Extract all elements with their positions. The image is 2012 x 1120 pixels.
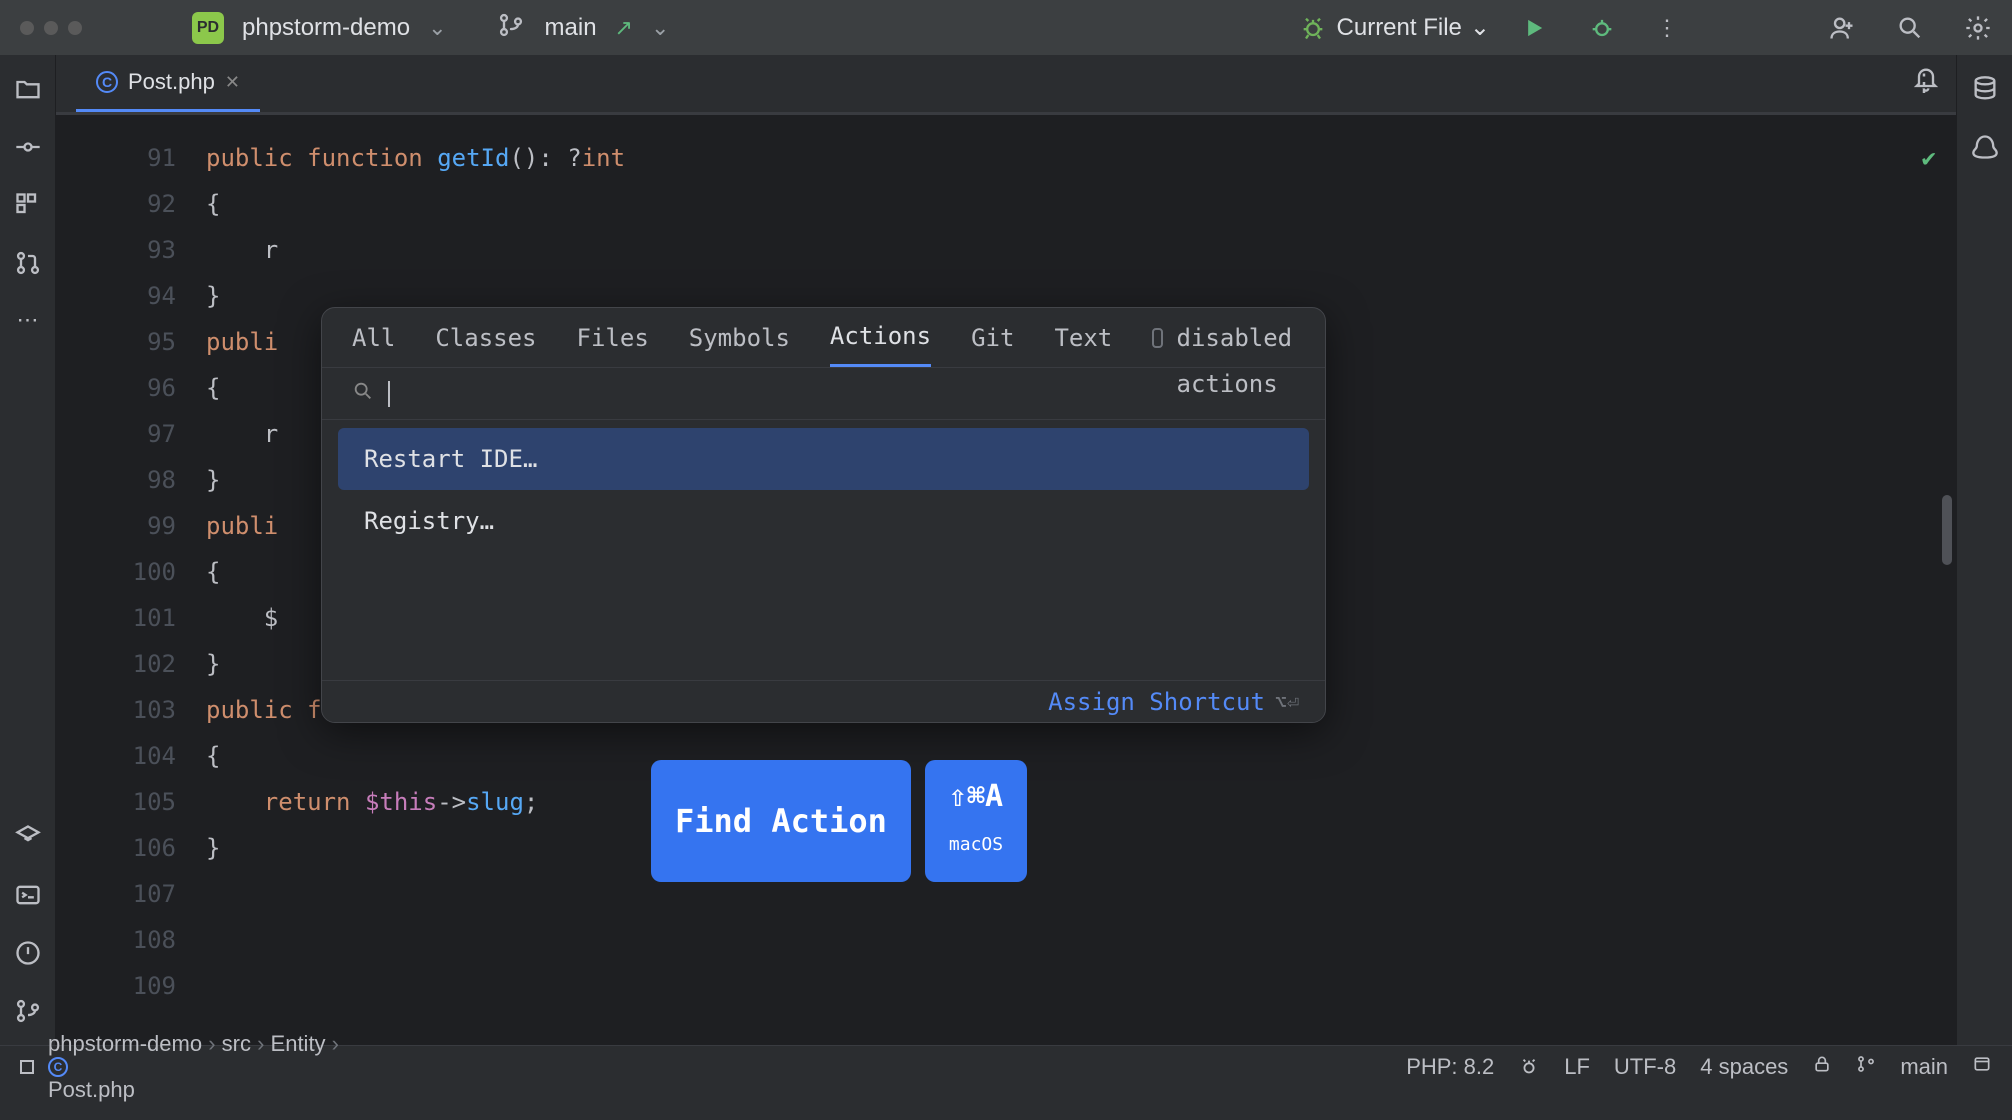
run-icon[interactable] xyxy=(1520,14,1548,42)
add-user-icon[interactable] xyxy=(1828,14,1856,42)
chevron-down-icon: ⌄ xyxy=(1470,13,1490,42)
scrollbar-thumb[interactable] xyxy=(1942,495,1952,565)
indent[interactable]: 4 spaces xyxy=(1700,1054,1788,1080)
tip-title: Find Action xyxy=(651,760,911,882)
titlebar: PD phpstorm-demo ⌄ main ↗ ⌄ Current File… xyxy=(0,0,2012,55)
popup-tab-git[interactable]: Git xyxy=(971,308,1014,367)
project-badge: PD xyxy=(192,12,224,44)
shortcut-hint: ⌥⏎ xyxy=(1275,679,1299,724)
chevron-down-icon[interactable]: ⌄ xyxy=(651,15,669,41)
commit-icon[interactable] xyxy=(14,133,42,161)
file-tab-label: Post.php xyxy=(128,69,215,95)
popup-tab-symbols[interactable]: Symbols xyxy=(689,308,790,367)
php-class-icon: C xyxy=(96,71,118,93)
tip-shortcut-keys: ⇧⌘A xyxy=(949,774,1003,820)
left-tool-rail: ⋯ xyxy=(0,55,56,1045)
popup-result[interactable]: Restart IDE… xyxy=(338,428,1309,490)
status-bar: phpstorm-demo › src › Entity › C Post.ph… xyxy=(0,1045,2012,1087)
tool-window-toggle-icon[interactable] xyxy=(20,1060,34,1074)
ai-assistant-icon[interactable] xyxy=(1971,133,1999,161)
popup-search-input[interactable] xyxy=(390,381,1295,407)
more-tools-icon[interactable]: ⋯ xyxy=(17,307,39,333)
search-icon[interactable] xyxy=(1896,14,1924,42)
gutter: 9192939495969798991001011021031041051061… xyxy=(56,115,206,1045)
tip-shortcut-os: macOS xyxy=(949,822,1003,868)
popup-tabs: AllClassesFilesSymbolsActionsGitText Inc… xyxy=(322,308,1325,368)
include-disabled-checkbox[interactable] xyxy=(1152,328,1162,348)
lock-icon[interactable] xyxy=(1812,1054,1832,1080)
popup-result[interactable]: Registry… xyxy=(338,490,1309,552)
terminal-icon[interactable] xyxy=(14,881,42,909)
services-icon[interactable] xyxy=(14,823,42,851)
branch-icon[interactable] xyxy=(497,11,525,45)
popup-tab-classes[interactable]: Classes xyxy=(435,308,536,367)
editor-tabs: C Post.php ✕ ⋮ xyxy=(56,55,1956,115)
layout-icon[interactable] xyxy=(1972,1054,1992,1080)
encoding[interactable]: UTF-8 xyxy=(1614,1054,1676,1080)
editor-area: C Post.php ✕ ⋮ 9192939495969798991001011… xyxy=(56,55,1956,1045)
popup-tab-all[interactable]: All xyxy=(352,308,395,367)
search-everywhere-popup: AllClassesFilesSymbolsActionsGitText Inc… xyxy=(321,307,1326,723)
php-class-icon: C xyxy=(48,1057,68,1077)
assign-shortcut-link[interactable]: Assign Shortcut xyxy=(1048,679,1265,724)
file-tab[interactable]: C Post.php ✕ xyxy=(76,55,260,112)
status-branch-name[interactable]: main xyxy=(1900,1054,1948,1080)
branch-name[interactable]: main xyxy=(545,14,597,42)
run-config-label: Current File xyxy=(1337,14,1462,42)
window-controls[interactable] xyxy=(20,21,82,35)
project-name[interactable]: phpstorm-demo xyxy=(242,14,410,42)
close-icon[interactable]: ✕ xyxy=(225,72,240,93)
tip-overlay: Find Action ⇧⌘A macOS xyxy=(651,760,1027,882)
php-version[interactable]: PHP: 8.2 xyxy=(1406,1054,1494,1080)
run-config-selector[interactable]: Current File ⌄ xyxy=(1337,13,1490,42)
popup-tab-files[interactable]: Files xyxy=(577,308,649,367)
arrow-out-icon[interactable]: ↗ xyxy=(615,15,633,41)
right-tool-rail xyxy=(1956,55,2012,1045)
popup-tab-text[interactable]: Text xyxy=(1054,308,1112,367)
branch-icon[interactable] xyxy=(1856,1054,1876,1080)
problems-icon[interactable] xyxy=(14,939,42,967)
vcs-icon[interactable] xyxy=(14,997,42,1025)
pull-request-icon[interactable] xyxy=(14,249,42,277)
search-icon xyxy=(352,371,374,417)
database-icon[interactable] xyxy=(1971,75,1999,103)
chevron-down-icon[interactable]: ⌄ xyxy=(428,15,446,41)
bug-icon[interactable] xyxy=(1299,14,1327,42)
structure-icon[interactable] xyxy=(14,191,42,219)
code-editor[interactable]: 9192939495969798991001011021031041051061… xyxy=(56,115,1956,1045)
more-icon[interactable]: ⋮ xyxy=(1656,15,1678,41)
min-dot[interactable] xyxy=(44,21,58,35)
project-icon[interactable] xyxy=(14,75,42,103)
inspection-ok-icon[interactable]: ✔ xyxy=(1922,135,1936,181)
notifications-icon[interactable] xyxy=(1912,65,1940,99)
popup-results: Restart IDE…Registry… xyxy=(322,420,1325,680)
gear-icon[interactable] xyxy=(1964,14,1992,42)
tip-shortcut: ⇧⌘A macOS xyxy=(925,760,1027,882)
max-dot[interactable] xyxy=(68,21,82,35)
listener-icon[interactable] xyxy=(1518,1056,1540,1078)
popup-footer: Assign Shortcut ⌥⏎ xyxy=(322,680,1325,722)
debug-icon[interactable] xyxy=(1588,14,1616,42)
close-dot[interactable] xyxy=(20,21,34,35)
crumb-item[interactable]: Post.php xyxy=(48,1077,135,1102)
popup-tab-actions[interactable]: Actions xyxy=(830,308,931,367)
line-separator[interactable]: LF xyxy=(1564,1054,1590,1080)
